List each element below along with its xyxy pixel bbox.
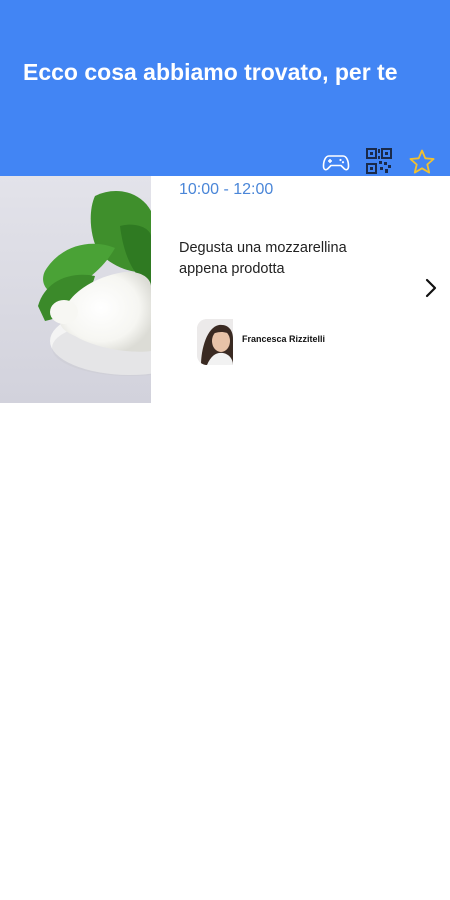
page-title: Ecco cosa abbiamo trovato, per te <box>23 59 398 85</box>
star-icon[interactable] <box>408 148 436 176</box>
app-header: Ecco cosa abbiamo trovato, per te <box>0 0 450 176</box>
event-card[interactable]: 10:00 - 12:00 Degusta una mozzarellina a… <box>0 176 450 403</box>
chevron-right-icon[interactable] <box>420 276 442 300</box>
host-name: Francesca Rizzitelli <box>242 334 326 344</box>
qr-code-icon[interactable] <box>366 148 394 176</box>
gamepad-icon[interactable] <box>322 148 350 176</box>
header-toolbar <box>0 148 450 176</box>
event-description: Degusta una mozzarellina appena prodotta <box>179 240 347 277</box>
avatar <box>197 319 233 365</box>
event-image <box>0 176 151 403</box>
event-time: 10:00 - 12:00 <box>179 181 274 198</box>
